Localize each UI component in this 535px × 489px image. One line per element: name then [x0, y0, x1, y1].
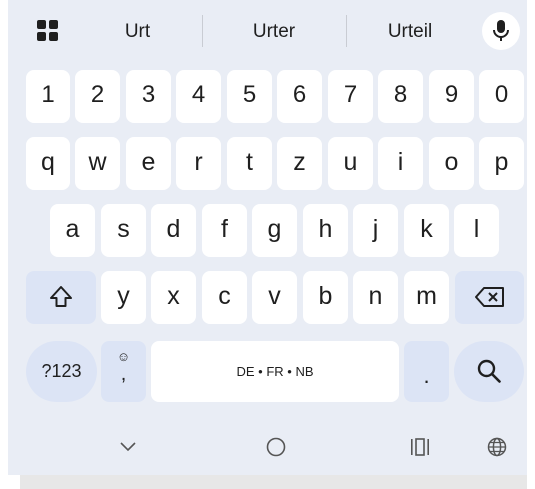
- suggestion-2[interactable]: Urter: [230, 18, 318, 46]
- keyboard: Urt Urter Urteil 1 2 3 4 5 6 7 8 9 0 q w…: [8, 0, 527, 475]
- key-f[interactable]: f: [202, 204, 247, 257]
- key-4[interactable]: 4: [176, 70, 221, 123]
- key-7[interactable]: 7: [328, 70, 373, 123]
- home-circle-icon[interactable]: [265, 436, 287, 458]
- key-9[interactable]: 9: [429, 70, 474, 123]
- apps-grid-icon[interactable]: [37, 20, 59, 42]
- key-i[interactable]: i: [378, 137, 423, 190]
- key-s[interactable]: s: [101, 204, 146, 257]
- key-v[interactable]: v: [252, 271, 297, 324]
- key-b[interactable]: b: [303, 271, 348, 324]
- microphone-button[interactable]: [482, 12, 520, 50]
- key-8[interactable]: 8: [378, 70, 423, 123]
- suggestion-divider: [202, 15, 203, 47]
- key-0[interactable]: 0: [479, 70, 524, 123]
- key-k[interactable]: k: [404, 204, 449, 257]
- key-3[interactable]: 3: [126, 70, 171, 123]
- navigation-bar: [8, 420, 527, 470]
- bottom-edge: [20, 475, 527, 489]
- key-c[interactable]: c: [202, 271, 247, 324]
- suggestion-3[interactable]: Urteil: [368, 18, 452, 46]
- emoji-icon: ☺: [116, 349, 131, 364]
- key-6[interactable]: 6: [277, 70, 322, 123]
- recent-apps-icon[interactable]: [410, 438, 430, 456]
- microphone-icon: [493, 20, 509, 41]
- key-m[interactable]: m: [404, 271, 449, 324]
- symbols-key[interactable]: ?123: [26, 341, 97, 402]
- shift-key[interactable]: [26, 271, 96, 324]
- backspace-icon: [475, 287, 504, 307]
- globe-icon[interactable]: [486, 436, 508, 458]
- period-key[interactable]: .: [404, 341, 449, 402]
- key-e[interactable]: e: [126, 137, 171, 190]
- key-r[interactable]: r: [176, 137, 221, 190]
- key-l[interactable]: l: [454, 204, 499, 257]
- key-a[interactable]: a: [50, 204, 95, 257]
- key-d[interactable]: d: [151, 204, 196, 257]
- suggestion-strip: Urt Urter Urteil: [8, 0, 527, 64]
- comma-label: ,: [120, 363, 127, 385]
- search-icon: [477, 359, 501, 383]
- search-key[interactable]: [454, 341, 524, 402]
- backspace-key[interactable]: [455, 271, 524, 324]
- space-language-label: DE • FR • NB: [236, 364, 314, 379]
- key-u[interactable]: u: [328, 137, 373, 190]
- key-o[interactable]: o: [429, 137, 474, 190]
- key-w[interactable]: w: [75, 137, 120, 190]
- shift-icon: [50, 286, 72, 307]
- key-y[interactable]: y: [101, 271, 146, 324]
- key-j[interactable]: j: [353, 204, 398, 257]
- key-x[interactable]: x: [151, 271, 196, 324]
- suggestion-divider: [346, 15, 347, 47]
- key-n[interactable]: n: [353, 271, 398, 324]
- key-q[interactable]: q: [26, 137, 70, 190]
- key-1[interactable]: 1: [26, 70, 70, 123]
- chevron-down-icon[interactable]: [120, 442, 136, 452]
- key-t[interactable]: t: [227, 137, 272, 190]
- key-z[interactable]: z: [277, 137, 322, 190]
- key-h[interactable]: h: [303, 204, 348, 257]
- key-5[interactable]: 5: [227, 70, 272, 123]
- emoji-comma-key[interactable]: ☺ ,: [101, 341, 146, 402]
- key-p[interactable]: p: [479, 137, 524, 190]
- key-2[interactable]: 2: [75, 70, 120, 123]
- space-key[interactable]: DE • FR • NB: [151, 341, 399, 402]
- key-g[interactable]: g: [252, 204, 297, 257]
- suggestion-1[interactable]: Urt: [100, 18, 175, 46]
